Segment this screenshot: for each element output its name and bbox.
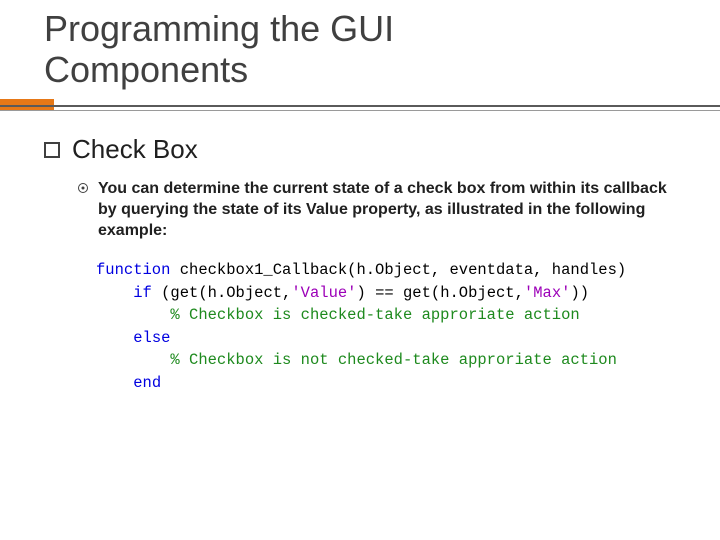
rule-top	[0, 105, 720, 107]
code-string: 'Value'	[291, 284, 356, 302]
code-text: (get(h.Object,	[152, 284, 292, 302]
code-indent	[96, 351, 170, 369]
list-item: Check Box	[44, 134, 676, 165]
code-comment: % Checkbox is checked-take approriate ac…	[170, 306, 579, 324]
code-text: ) == get(h.Object,	[356, 284, 523, 302]
code-text: ))	[570, 284, 589, 302]
title-line-1: Programming the GUI	[44, 8, 394, 49]
code-indent	[96, 374, 133, 392]
list-item: You can determine the current state of a…	[78, 179, 676, 241]
code-keyword: function	[96, 261, 170, 279]
code-keyword: end	[133, 374, 161, 392]
content-area: Check Box You can determine the current …	[44, 134, 676, 394]
square-bullet-icon	[44, 142, 60, 158]
code-comment: % Checkbox is not checked-take approriat…	[170, 351, 616, 369]
code-indent	[96, 306, 170, 324]
title-line-2: Components	[44, 49, 248, 90]
code-block: function checkbox1_Callback(h.Object, ev…	[96, 259, 676, 394]
section-heading: Check Box	[72, 134, 198, 165]
code-indent	[96, 284, 133, 302]
code-string: 'Max'	[524, 284, 571, 302]
slide-title: Programming the GUI Components	[44, 8, 394, 91]
slide: Programming the GUI Components Check Box…	[0, 0, 720, 540]
body-text: You can determine the current state of a…	[98, 179, 676, 241]
code-indent	[96, 329, 133, 347]
circle-dot-bullet-icon	[78, 183, 88, 193]
code-text: checkbox1_Callback(h.Object, eventdata, …	[170, 261, 626, 279]
code-keyword: else	[133, 329, 170, 347]
rule-bottom	[0, 110, 720, 111]
code-keyword: if	[133, 284, 152, 302]
